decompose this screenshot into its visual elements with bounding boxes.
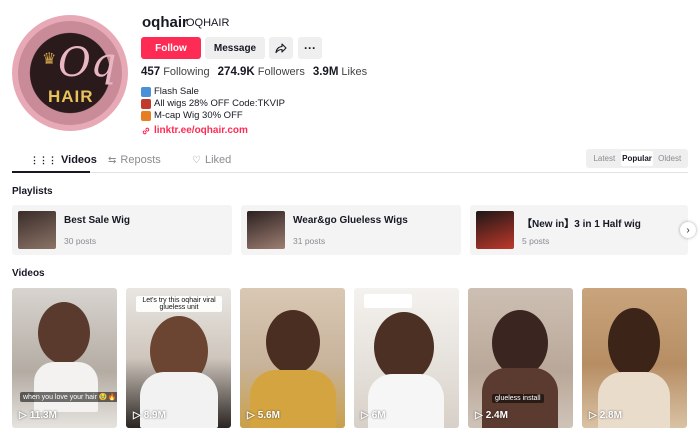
video-thumbnail — [38, 302, 90, 364]
bio-link[interactable]: linktr.ee/oqhair.com — [141, 125, 248, 136]
playlist-count: 31 posts — [293, 236, 326, 246]
view-count: ▷ 11.3M — [19, 410, 57, 421]
profile-avatar[interactable]: ♛ Oq HAIR — [12, 15, 128, 131]
video-thumbnail — [608, 308, 660, 378]
tab-videos[interactable]: ⋮⋮⋮ Videos — [30, 154, 97, 166]
message-button[interactable]: Message — [205, 37, 265, 59]
nickname: OQHAIR — [186, 17, 230, 29]
play-icon: ▷ — [19, 410, 27, 421]
crown-icon: ♛ — [42, 51, 57, 68]
sort-popular[interactable]: Popular — [620, 151, 654, 166]
play-icon: ▷ — [361, 410, 369, 421]
store-icon — [141, 87, 151, 97]
video-card[interactable]: when you love your hair 🥹🔥 ▷ 11.3M — [12, 288, 117, 428]
video-card[interactable]: ▷ 2.8M — [582, 288, 687, 428]
profile-bio: Flash Sale All wigs 28% OFF Code:TKVIP M… — [141, 86, 285, 122]
playlist-count: 5 posts — [522, 236, 550, 246]
bio-line: M-cap Wig 30% OFF — [154, 110, 243, 121]
view-count: ▷ 6M — [361, 410, 386, 421]
ellipsis-icon: ··· — [304, 41, 316, 55]
followers-stat[interactable]: 274.9K Followers — [218, 66, 305, 78]
video-card[interactable]: Let's try this oqhair viral glueless uni… — [126, 288, 231, 428]
bio-line: All wigs 28% OFF Code:TKVIP — [154, 98, 285, 109]
sort-toggle: Latest Popular Oldest — [586, 149, 688, 168]
repost-icon: ⇆ — [108, 154, 117, 166]
video-thumbnail — [374, 312, 434, 382]
view-count: ▷ 8.9M — [133, 410, 166, 421]
play-icon: ▷ — [475, 410, 483, 421]
avatar-monogram: Oq — [58, 40, 117, 86]
playlist-card[interactable]: Wear&go Glueless Wigs 31 posts — [241, 205, 461, 255]
tab-reposts[interactable]: ⇆ Reposts — [108, 154, 161, 166]
video-card[interactable]: glueless install ▷ 2.4M — [468, 288, 573, 428]
more-options-button[interactable]: ··· — [298, 37, 322, 59]
video-card[interactable]: ▷ 6M — [354, 288, 459, 428]
view-count: ▷ 2.8M — [589, 410, 622, 421]
playlist-thumbnail — [247, 211, 285, 249]
share-icon — [275, 43, 287, 54]
video-caption: when you love your hair 🥹🔥 — [20, 392, 117, 402]
playlist-thumbnail — [18, 211, 56, 249]
play-icon: ▷ — [247, 410, 255, 421]
share-button[interactable] — [269, 37, 293, 59]
link-icon — [142, 127, 150, 134]
playlists-heading: Playlists — [12, 186, 53, 197]
following-stat[interactable]: 457 Following — [141, 66, 210, 78]
playlist-card[interactable]: 【New in】3 in 1 Half wig 5 posts — [470, 205, 688, 255]
avatar-text: HAIR — [48, 87, 94, 106]
heart-outline-icon: ♡ — [192, 154, 201, 166]
follow-button[interactable]: Follow — [141, 37, 201, 59]
sort-oldest[interactable]: Oldest — [653, 151, 686, 166]
ladies-icon — [141, 99, 151, 109]
chevron-right-icon[interactable]: › — [680, 222, 696, 238]
tab-liked[interactable]: ♡ Liked — [192, 154, 231, 166]
playlist-title: Wear&go Glueless Wigs — [293, 215, 408, 226]
play-icon: ▷ — [589, 410, 597, 421]
profile-stats: 457 Following 274.9K Followers 3.9M Likes — [141, 66, 367, 78]
video-thumbnail — [266, 310, 320, 374]
gift-icon — [141, 111, 151, 121]
likes-stat: 3.9M Likes — [312, 66, 368, 78]
video-card[interactable]: ▷ 5.6M — [240, 288, 345, 428]
view-count: ▷ 2.4M — [475, 410, 508, 421]
playlist-thumbnail — [476, 211, 514, 249]
play-icon: ▷ — [133, 410, 141, 421]
sort-latest[interactable]: Latest — [588, 151, 621, 166]
playlist-title: Best Sale Wig — [64, 215, 131, 226]
video-thumbnail — [492, 310, 548, 376]
video-comment-bubble — [364, 294, 412, 308]
video-caption: Let's try this oqhair viral glueless uni… — [136, 296, 222, 312]
playlist-card[interactable]: Best Sale Wig 30 posts — [12, 205, 232, 255]
bio-line: Flash Sale — [154, 86, 199, 97]
active-tab-indicator — [12, 171, 90, 173]
view-count: ▷ 5.6M — [247, 410, 280, 421]
playlist-count: 30 posts — [64, 236, 97, 246]
grid-icon: ⋮⋮⋮ — [30, 154, 57, 165]
username: oqhair — [142, 14, 188, 31]
playlist-title: 【New in】3 in 1 Half wig — [522, 219, 641, 230]
videos-heading: Videos — [12, 268, 45, 279]
video-caption: glueless install — [492, 394, 544, 403]
